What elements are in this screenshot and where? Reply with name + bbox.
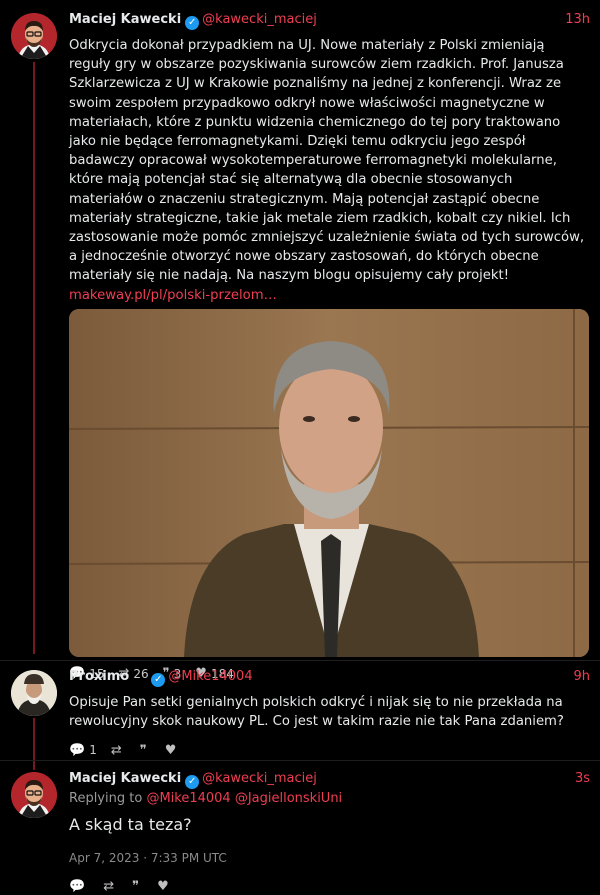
heart-icon: ♥ [164, 742, 177, 758]
retweet-button[interactable]: ⇄ [103, 879, 118, 894]
tweet-main[interactable]: Maciej Kawecki ✓ @kawecki_maciej 13h Odkry… [0, 0, 600, 681]
quote-button[interactable]: ❞ [132, 879, 143, 894]
quote-icon: ❞ [132, 878, 140, 894]
tweet-body: Odkrycia dokonał przypadkiem na UJ. Nowe… [69, 38, 585, 284]
retweet-icon: ⇄ [103, 878, 115, 894]
replying-to-handles[interactable]: @Mike14004 @JagiellonskiUni [146, 791, 342, 806]
tweet-actions: 💬 1 ⇄ ❞ ♥ [69, 741, 590, 759]
reply-count: 1 [89, 743, 97, 758]
retweet-icon: ⇄ [110, 742, 122, 758]
author-handle[interactable]: @kawecki_maciej [202, 771, 317, 786]
verified-icon: ✓ [185, 775, 200, 789]
tweet-time[interactable]: 3s [575, 769, 590, 789]
avatar[interactable] [11, 772, 57, 818]
retweet-button[interactable]: ⇄ [111, 743, 126, 758]
avatar[interactable] [11, 13, 57, 59]
like-button[interactable]: ♥ [157, 879, 173, 894]
tweet-actions: 💬 ⇄ ❞ ♥ [69, 877, 590, 895]
tweet-header: Maciej Kawecki ✓ @kawecki_maciej 3s [69, 769, 590, 789]
quote-icon: ❞ [139, 742, 147, 758]
tweet-header: Maciej Kawecki ✓ @kawecki_maciej 13h [69, 10, 590, 30]
author-handle[interactable]: @Mike14004 [168, 669, 252, 684]
reply-button[interactable]: 💬 [69, 879, 89, 894]
tweet-text: A skąd ta teza? [69, 815, 192, 834]
tweet-time[interactable]: 13h [565, 10, 590, 30]
tweet-reply[interactable]: Proximo ✓ @Mike14004 9h Opisuje Pan setki… [0, 660, 600, 760]
replying-to: Replying to @Mike14004 @JagiellonskiUni [69, 789, 590, 809]
author-name[interactable]: Maciej Kawecki [69, 12, 181, 27]
tweet-time[interactable]: 9h [573, 667, 590, 687]
author-name[interactable]: Maciej Kawecki [69, 771, 181, 786]
author-handle[interactable]: @kawecki_maciej [202, 12, 317, 27]
tweet-date[interactable]: Apr 7, 2023 · 7:33 PM UTC [69, 851, 590, 865]
comment-icon: 💬 [69, 878, 86, 894]
tweet-link[interactable]: makeway.pl/pl/polski-przelom… [69, 288, 277, 303]
tweet-header: Proximo ✓ @Mike14004 9h [69, 667, 590, 687]
tweet-text: Odkrycia dokonał przypadkiem na UJ. Nowe… [69, 36, 590, 305]
author-name[interactable]: Proximo [69, 669, 129, 684]
like-button[interactable]: ♥ [165, 743, 181, 758]
verified-icon: ✓ [185, 16, 200, 30]
tweet-text: Opisuje Pan setki genialnych polskich od… [69, 695, 564, 730]
tweet-photo[interactable] [69, 308, 589, 657]
reply-button[interactable]: 💬 1 [69, 743, 97, 758]
quote-button[interactable]: ❞ [140, 743, 151, 758]
heart-icon: ♥ [157, 878, 169, 894]
verified-icon: ✓ [151, 673, 166, 687]
tweet-main-reply[interactable]: Maciej Kawecki ✓ @kawecki_maciej 3s Replyi… [0, 760, 600, 895]
replying-prefix: Replying to [69, 791, 143, 806]
avatar[interactable] [11, 670, 57, 716]
comment-icon: 💬 [69, 742, 86, 758]
